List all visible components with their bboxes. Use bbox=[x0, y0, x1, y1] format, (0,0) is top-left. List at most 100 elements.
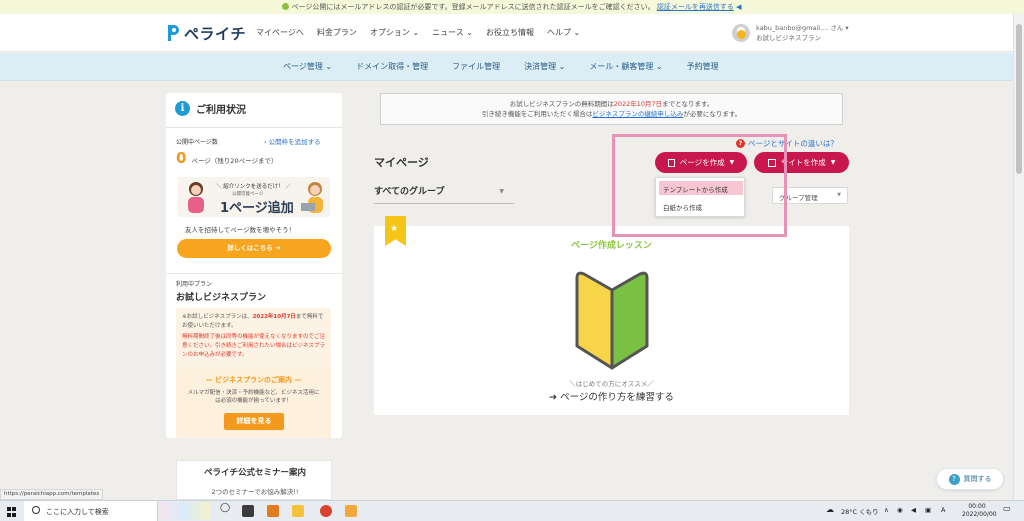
notice-text: ページ公開にはメールアドレスの認証が必要です。登録メールアドレスに送信された認証… bbox=[291, 3, 655, 11]
ask-question-label: 質問する bbox=[963, 475, 992, 483]
chevron-down-icon: ▼ bbox=[830, 159, 836, 166]
windows-start-icon[interactable] bbox=[7, 507, 17, 517]
media-app-icon[interactable] bbox=[345, 505, 357, 517]
plan-info-box: ※お試しビジネスプランは、2022年10月7日まで無料でお使いいただけます。 無… bbox=[176, 308, 331, 371]
banner-line-1: ＼ 紹介リンクを送るだけ！ ／ bbox=[216, 184, 291, 190]
usage-sidebar: i ご利用状況 公開中ページ数 › 公開枠を追加する 0 ページ（残り20ページ… bbox=[166, 93, 342, 438]
subnav-page-management[interactable]: ページ管理 ⌄ bbox=[283, 61, 332, 72]
published-pages-unit: ページ（残り20ページまで） bbox=[191, 157, 278, 165]
header: ペライチ マイページへ 料金プラン オプション ⌄ ニュース ⌄ お役立ち情報 … bbox=[0, 14, 1013, 52]
verification-notice: ページ公開にはメールアドレスの認証が必要です。登録メールアドレスに送信された認証… bbox=[0, 0, 1024, 14]
trial-text-4: が必要になります。 bbox=[683, 110, 742, 118]
volume-icon[interactable]: ◀ bbox=[911, 506, 916, 514]
wifi-icon[interactable]: ◉ bbox=[897, 506, 903, 514]
resend-email-link[interactable]: 認証メールを再送信する bbox=[657, 3, 734, 11]
logo[interactable]: ペライチ bbox=[165, 21, 246, 45]
lesson-link-text: ページの作り方を練習する bbox=[560, 392, 674, 403]
add-publish-slot-link[interactable]: › 公開枠を追加する bbox=[264, 136, 321, 146]
guide-details-button[interactable]: 詳細を見る bbox=[224, 413, 284, 430]
taskbar-search-placeholder: ここに入力して検索 bbox=[46, 508, 109, 516]
invite-text: 友人を招待してページ数を増やそう！ bbox=[185, 226, 296, 234]
search-highlight-image[interactable] bbox=[160, 502, 210, 520]
info-dot-icon bbox=[282, 3, 290, 10]
office-app-icon[interactable] bbox=[267, 505, 279, 517]
clock-time: 00:00 bbox=[968, 503, 986, 510]
usage-title: ご利用状況 bbox=[196, 105, 246, 116]
info-icon: i bbox=[175, 101, 190, 116]
scrollbar-thumb[interactable] bbox=[1016, 24, 1022, 174]
notification-icon[interactable]: ▭ bbox=[1003, 504, 1011, 513]
tray-chevron-icon[interactable]: ∧ bbox=[884, 506, 889, 514]
nav-mypage[interactable]: マイページへ bbox=[256, 27, 304, 38]
clock[interactable]: 00:00 2022/00/00 bbox=[962, 503, 997, 519]
plan-warning: 無料期間終了後は同等の機能が使えなくなりますのでご注意ください。引き続きご利用さ… bbox=[182, 334, 326, 358]
chrome-icon[interactable] bbox=[320, 505, 332, 517]
plan-name: お試しビジネスプラン bbox=[176, 293, 267, 303]
page-scrollbar[interactable] bbox=[1013, 14, 1024, 500]
trial-text-2: までとなります。 bbox=[662, 100, 714, 108]
nav-pricing[interactable]: 料金プラン bbox=[317, 27, 357, 38]
subnav-mail-customers[interactable]: メール・顧客管理 ⌄ bbox=[589, 61, 662, 72]
cortana-icon[interactable]: ◯ bbox=[220, 503, 230, 513]
sub-nav: ページ管理 ⌄ ドメイン取得・管理 ファイル管理 決済管理 ⌄ メール・顧客管理… bbox=[0, 53, 1013, 81]
plan-label: 利用中プラン bbox=[176, 281, 213, 288]
nav-options[interactable]: オプション ⌄ bbox=[370, 27, 419, 38]
nav-tips[interactable]: お役立ち情報 bbox=[486, 27, 534, 38]
nav-news[interactable]: ニュース ⌄ bbox=[432, 27, 473, 38]
caret-down-icon: ▼ bbox=[499, 188, 504, 195]
referral-banner[interactable]: ＼ 紹介リンクを送るだけ！ ／ 公開可能ページ 1ページ追加 bbox=[178, 177, 330, 217]
clock-date: 2022/00/00 bbox=[962, 511, 997, 518]
file-explorer-icon[interactable] bbox=[292, 505, 304, 517]
search-icon bbox=[32, 506, 40, 514]
weather-text[interactable]: 28°C くもり bbox=[841, 506, 879, 516]
ask-question-button[interactable]: ? 質問する bbox=[936, 468, 1004, 490]
published-pages-count: 0 bbox=[176, 149, 187, 167]
practice-lesson-link[interactable]: ➔ ページの作り方を練習する bbox=[374, 389, 849, 403]
subnav-files[interactable]: ファイル管理 bbox=[452, 61, 500, 72]
subnav-domain[interactable]: ドメイン取得・管理 bbox=[356, 61, 428, 72]
logo-text: ペライチ bbox=[184, 24, 247, 43]
lesson-title: ページ作成レッスン bbox=[571, 241, 652, 251]
referral-details-button[interactable]: 詳しくはこちら ➔ bbox=[177, 239, 331, 258]
published-pages-label: 公開中ページ数 bbox=[176, 139, 218, 146]
taskbar: ここに入力して検索 ◯ ☁ 28°C くもり ∧ ◉ ◀ ▣ A 00:00 2… bbox=[0, 500, 1024, 521]
trial-text-1: お試しビジネスプランの無料期間は bbox=[509, 100, 614, 108]
account-email: kabu_banbo@gmail.... さん ▾ bbox=[756, 24, 849, 32]
group-filter-value: すべてのグループ bbox=[374, 187, 445, 197]
question-icon: ? bbox=[948, 473, 960, 485]
subnav-reservations[interactable]: 予約管理 bbox=[687, 61, 719, 72]
nav-help[interactable]: ヘルプ ⌄ bbox=[547, 27, 580, 38]
account-menu[interactable]: kabu_banbo@gmail.... さん ▾ お試しビジネスプラン bbox=[732, 23, 849, 43]
lesson-card[interactable]: ★ ページ作成レッスン ＼はじめての方にオススメ／ ➔ ページの作り方を練習する bbox=[374, 216, 849, 415]
plan-end-date: 2022年10月7日 bbox=[252, 314, 296, 320]
continue-plan-link[interactable]: ビジネスプランの継続申し込み bbox=[592, 110, 683, 118]
arrow-right-icon: ➔ bbox=[549, 392, 561, 403]
taskbar-search[interactable]: ここに入力して検索 bbox=[24, 501, 158, 521]
woman-illustration-icon bbox=[188, 182, 204, 213]
woman-laptop-illustration-icon bbox=[301, 182, 323, 213]
top-nav: マイページへ 料金プラン オプション ⌄ ニュース ⌄ お役立ち情報 ヘルプ ⌄ bbox=[256, 27, 593, 38]
avatar-badge-icon bbox=[737, 30, 746, 39]
trial-end-date: 2022年10月7日 bbox=[613, 100, 663, 108]
account-plan: お試しビジネスプラン bbox=[756, 34, 821, 42]
network-icon[interactable]: ▣ bbox=[925, 506, 931, 514]
page-title: マイページ bbox=[374, 156, 429, 169]
seminar-title: ペライチ公式セミナー案内 bbox=[203, 468, 306, 478]
beginner-mark-icon bbox=[575, 271, 649, 370]
chevron-down-icon: ▼ bbox=[837, 192, 841, 198]
banner-line-3: 1ページ追加 bbox=[220, 201, 294, 216]
group-filter-select[interactable]: すべてのグループ ▼ bbox=[374, 184, 514, 204]
lesson-subtitle: ＼はじめての方にオススメ／ bbox=[569, 380, 654, 388]
seminar-subtitle: 2つのセミナーでお悩み解決!! bbox=[211, 488, 299, 496]
subnav-payments[interactable]: 決済管理 ⌄ bbox=[524, 61, 565, 72]
peraichi-logo-icon bbox=[168, 25, 179, 41]
trial-notice: お試しビジネスプランの無料期間は2022年10月7日までとなります。 引き続き機… bbox=[380, 93, 843, 125]
ime-indicator[interactable]: A bbox=[941, 506, 945, 514]
annotation-highlight-box bbox=[612, 134, 787, 237]
task-view-icon[interactable] bbox=[242, 505, 254, 517]
guide-text: メルマガ配信・決済・予約機能など、ビジネス活用には必須の機能が揃っています！ bbox=[187, 390, 320, 404]
business-plan-guide: — ビジネスプランのご案内 — メルマガ配信・決済・予約機能など、ビジネス活用に… bbox=[176, 369, 331, 438]
trial-text-3: 引き続き機能をご利用いただく場合は bbox=[481, 110, 593, 118]
seminar-card[interactable]: ペライチ公式セミナー案内 2つのセミナーでお悩み解決!! bbox=[176, 460, 332, 500]
status-url: https://peraichiapp.com/templates bbox=[0, 489, 104, 500]
